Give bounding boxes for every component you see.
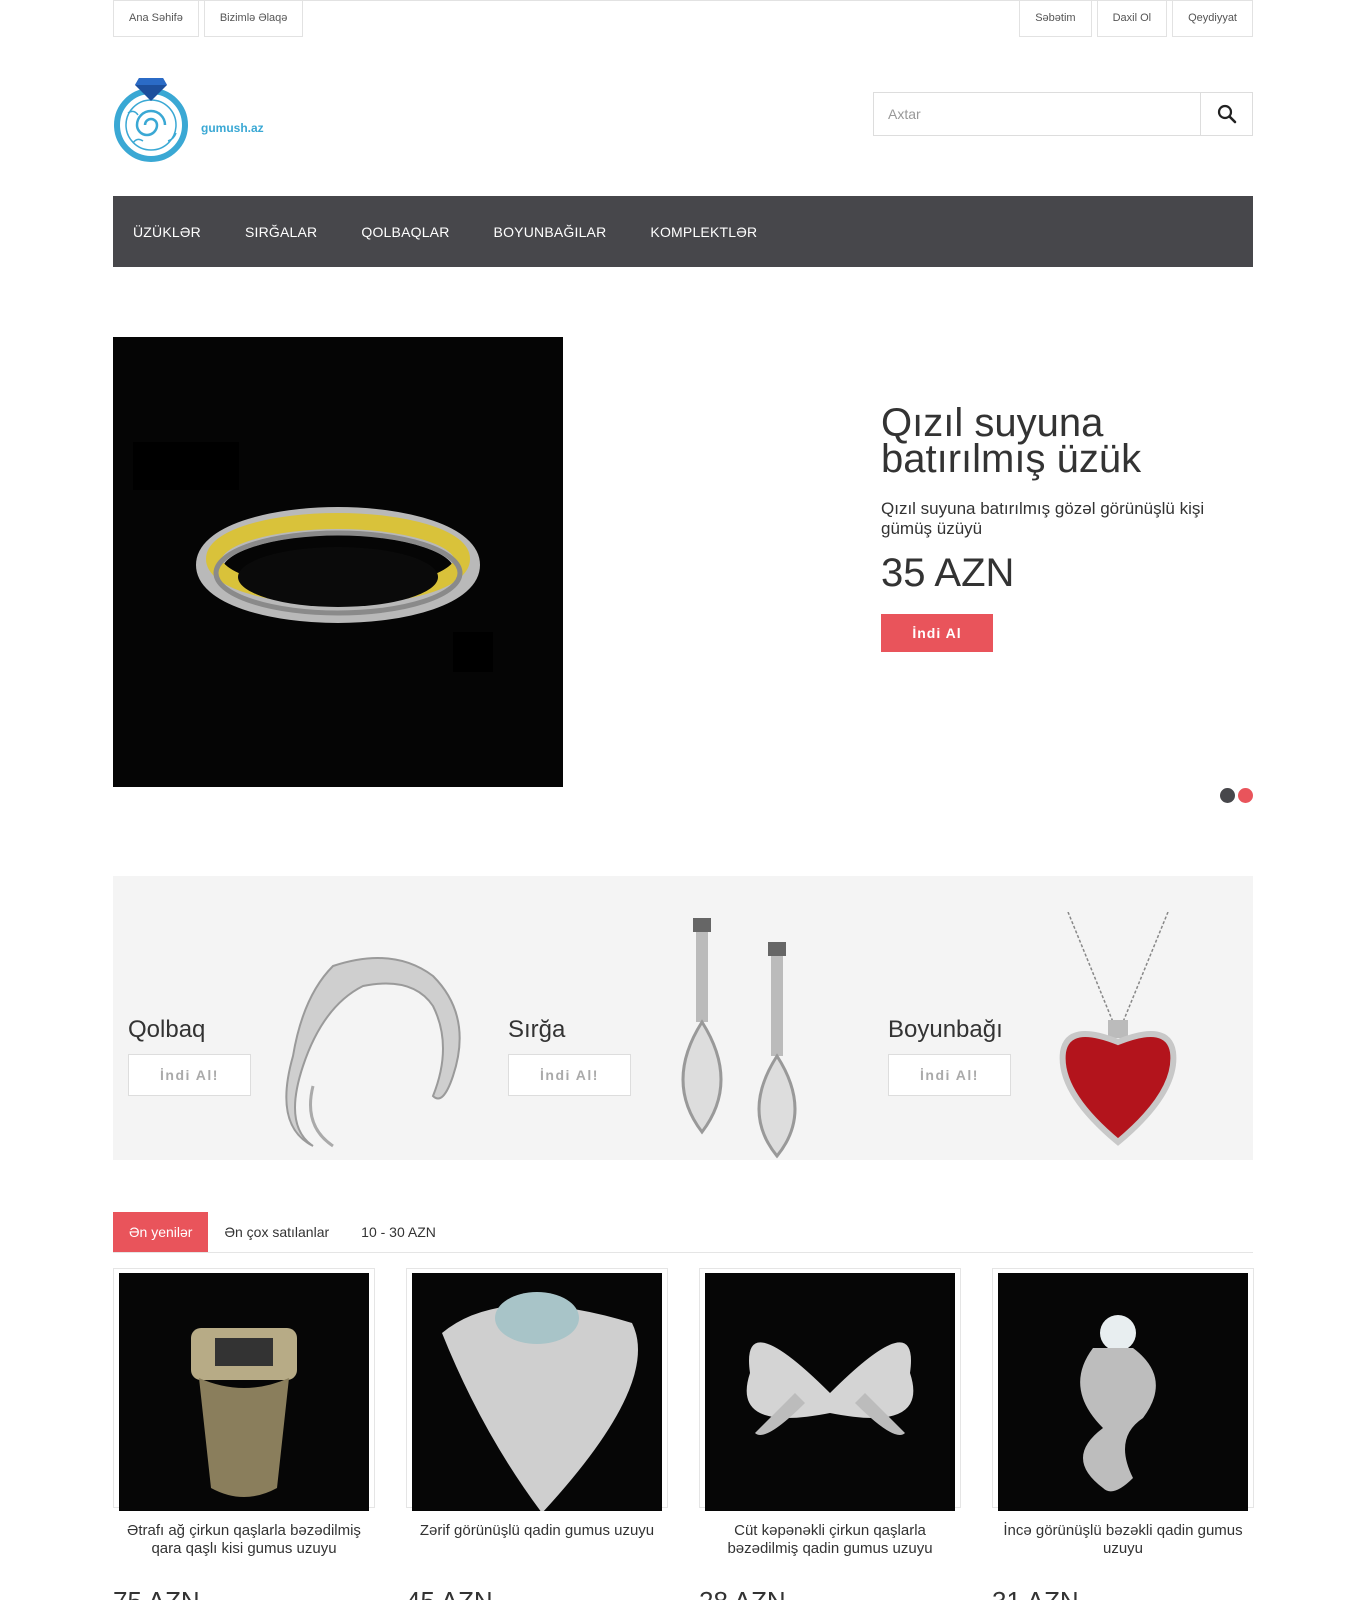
ring-image (1080, 1315, 1156, 1492)
cart-link[interactable]: Səbətim (1019, 0, 1092, 37)
hero-slider: Qızıl suyuna batırılmış üzük Qızıl suyun… (113, 337, 1253, 807)
ring-image (442, 1292, 638, 1511)
topbar-right: Səbətim Daxil Ol Qeydiyyat (1019, 0, 1253, 37)
product-price: 28 AZN (699, 1586, 786, 1600)
search-box (873, 92, 1253, 136)
logo-text: gumush.az (201, 121, 264, 135)
product-card[interactable]: İncə görünüşlü bəzəkli qadin gumus uzuyu… (992, 1268, 1254, 1600)
slide-title: Qızıl suyuna batırılmış üzük (881, 401, 1142, 481)
product-price: 75 AZN (113, 1586, 200, 1600)
category-bracelet: Qolbaq İndi Al! (113, 876, 493, 1160)
product-price: 31 AZN (992, 1586, 1079, 1600)
product-image-frame (113, 1268, 375, 1511)
necklace-image (1059, 912, 1177, 1146)
product-tabs: Ən yenilər Ən çox satılanlar 10 - 30 AZN (113, 1212, 1253, 1253)
product-card[interactable]: Cüt kəpənəkli çirkun qaşlarla bəzədilmiş… (699, 1268, 961, 1600)
category-banner: Qolbaq İndi Al! Sırğa İndi Al! Boyunbağı… (113, 876, 1253, 1160)
product-card[interactable]: Zərif görünüşlü qadin gumus uzuyu 45 AZN (406, 1268, 668, 1600)
product-grid: Ətrafı ağ çirkun qaşlarla bəzədilmiş qar… (113, 1268, 1254, 1600)
slide-info: Qızıl suyuna batırılmış üzük Qızıl suyun… (881, 401, 1221, 652)
topbar: Ana Səhifə Bizimlə Əlaqə Səbətim Daxil O… (113, 0, 1253, 37)
nav-earrings[interactable]: SIRĞALAR (245, 224, 361, 240)
search-button[interactable] (1200, 93, 1252, 135)
earrings-image (681, 918, 797, 1159)
tab-newest[interactable]: Ən yenilər (113, 1212, 209, 1252)
product-image[interactable] (705, 1273, 955, 1511)
tab-price-range[interactable]: 10 - 30 AZN (345, 1212, 452, 1252)
bracelet-image (285, 957, 461, 1148)
site-logo[interactable]: gumush.az (113, 73, 273, 163)
login-link[interactable]: Daxil Ol (1096, 0, 1168, 37)
category-buy-button[interactable]: İndi Al! (888, 1054, 1011, 1096)
product-image[interactable] (412, 1273, 662, 1511)
home-link[interactable]: Ana Səhifə (113, 0, 199, 37)
search-input[interactable] (874, 93, 1200, 135)
ring-image (133, 442, 493, 672)
slider-dot-1[interactable] (1220, 788, 1235, 803)
nav-rings[interactable]: ÜZÜKLƏR (133, 224, 245, 240)
buy-now-button[interactable]: İndi Al (881, 614, 993, 652)
product-image-frame (699, 1268, 961, 1511)
slider-dot-2[interactable] (1238, 788, 1253, 803)
category-necklace: Boyunbağı İndi Al! (873, 876, 1253, 1160)
header: gumush.az (113, 68, 1253, 163)
logo-ring-icon (114, 78, 188, 162)
slider-dots (1220, 788, 1253, 803)
slide-image[interactable] (113, 337, 563, 787)
product-image[interactable] (119, 1273, 369, 1511)
category-buy-button[interactable]: İndi Al! (508, 1054, 631, 1096)
nav-bracelets[interactable]: QOLBAQLAR (361, 224, 493, 240)
category-buy-button[interactable]: İndi Al! (128, 1054, 251, 1096)
product-name[interactable]: İncə görünüşlü bəzəkli qadin gumus uzuyu (992, 1522, 1254, 1558)
nav-sets[interactable]: KOMPLEKTLƏR (650, 224, 801, 240)
tab-bestsellers[interactable]: Ən çox satılanlar (208, 1212, 345, 1252)
slide-price: 35 AZN (881, 551, 1015, 595)
main-nav: ÜZÜKLƏR SIRĞALAR QOLBAQLAR BOYUNBAĞILAR … (113, 196, 1253, 267)
category-label: Qolbaq (128, 1016, 206, 1043)
nav-necklaces[interactable]: BOYUNBAĞILAR (494, 224, 651, 240)
contact-link[interactable]: Bizimlə Əlaqə (203, 0, 304, 37)
search-icon (1217, 104, 1236, 124)
ring-image (746, 1342, 914, 1435)
register-link[interactable]: Qeydiyyat (1172, 0, 1253, 37)
product-card[interactable]: Ətrafı ağ çirkun qaşlarla bəzədilmiş qar… (113, 1268, 375, 1600)
category-label: Sırğa (508, 1016, 566, 1043)
category-earrings: Sırğa İndi Al! (493, 876, 873, 1160)
product-name[interactable]: Cüt kəpənəkli çirkun qaşlarla bəzədilmiş… (699, 1522, 961, 1558)
slide-description: Qızıl suyuna batırılmış gözəl görünüşlü … (881, 499, 1205, 538)
ring-image (191, 1328, 297, 1497)
category-label: Boyunbağı (888, 1016, 1003, 1043)
product-image-frame (406, 1268, 668, 1511)
topbar-left: Ana Səhifə Bizimlə Əlaqə (113, 0, 304, 37)
product-name[interactable]: Ətrafı ağ çirkun qaşlarla bəzədilmiş qar… (113, 1522, 375, 1558)
product-name[interactable]: Zərif görünüşlü qadin gumus uzuyu (406, 1522, 668, 1540)
product-image[interactable] (998, 1273, 1248, 1511)
product-image-frame (992, 1268, 1254, 1511)
product-price: 45 AZN (406, 1586, 493, 1600)
